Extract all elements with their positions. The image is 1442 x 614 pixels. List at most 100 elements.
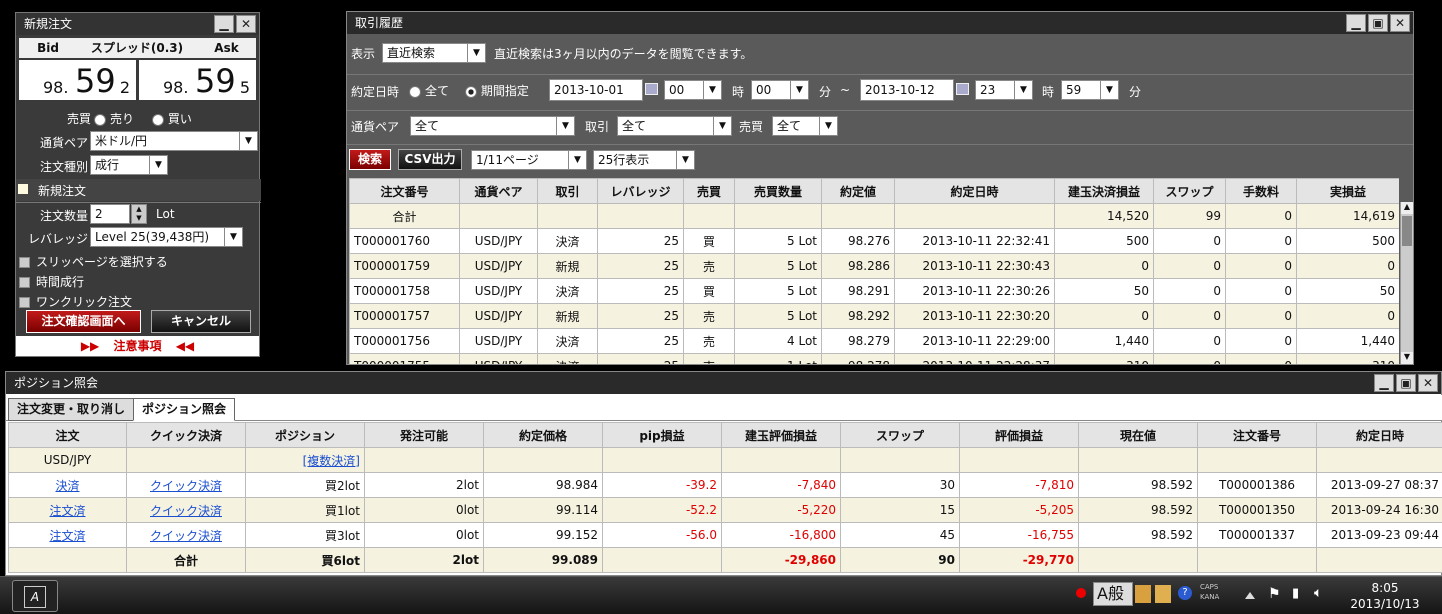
buy-radio[interactable] <box>151 113 164 126</box>
all-dates-radio[interactable] <box>409 85 421 98</box>
history-column-header[interactable]: 手数料 <box>1225 178 1297 204</box>
settle-order-link[interactable]: 決済 <box>55 479 79 493</box>
history-row[interactable]: T000001760 USD/JPY 決済 25 買 5 Lot 98.276 2013-10… <box>349 228 1399 254</box>
tab-order-modify[interactable]: 注文変更・取り消し <box>8 398 135 421</box>
minimize-icon[interactable]: ▁ <box>1374 374 1394 392</box>
time-market-checkbox[interactable] <box>19 277 30 288</box>
positions-column-header[interactable]: 現在値 <box>1078 422 1198 448</box>
slippage-checkbox[interactable] <box>19 257 30 268</box>
history-column-header[interactable]: 実損益 <box>1296 178 1399 204</box>
qty-stepper[interactable]: ▲ ▼ <box>131 204 147 224</box>
ask-price-button[interactable]: 98. 59 5 <box>139 60 256 100</box>
history-column-header[interactable]: 通貨ペア <box>459 178 538 204</box>
cancel-button[interactable]: キャンセル <box>151 310 251 333</box>
qty-input[interactable]: 2 <box>90 204 130 224</box>
positions-column-header[interactable]: 注文番号 <box>1197 422 1317 448</box>
minimize-icon[interactable]: ▁ <box>214 15 234 33</box>
maximize-icon[interactable]: ▣ <box>1396 374 1416 392</box>
close-icon[interactable]: ✕ <box>1390 14 1410 32</box>
positions-column-header[interactable]: 約定価格 <box>483 422 603 448</box>
positions-column-header[interactable]: 建玉評価損益 <box>721 422 841 448</box>
quick-settle-link[interactable]: クイック決済 <box>150 504 222 518</box>
period-radio[interactable] <box>464 85 477 98</box>
slippage-row[interactable]: スリッページを選択する <box>16 250 261 272</box>
flag-icon[interactable]: ⚑ <box>1268 586 1281 602</box>
sell-radio[interactable] <box>94 113 106 126</box>
leverage-select[interactable]: Level 25(39,438円) ▼ <box>90 227 243 247</box>
search-button[interactable]: 検索 <box>349 149 391 170</box>
page-select[interactable]: 1/11ページ ▼ <box>471 150 587 170</box>
pair-filter-select[interactable]: 全て ▼ <box>410 116 575 136</box>
history-row[interactable]: T000001755USD/JPY決済25売1 Lot98.2782013-10… <box>349 353 1399 364</box>
quick-settle-link[interactable]: クイック決済 <box>150 529 222 543</box>
history-column-header[interactable]: 売買数量 <box>734 178 822 204</box>
notice-link[interactable]: ▶▶ 注意事項 ◀◀ <box>16 336 259 356</box>
minimize-icon[interactable]: ▁ <box>1346 14 1366 32</box>
from-date-input[interactable]: 2013-10-01 <box>549 79 643 101</box>
ime-toolbar-icon[interactable] <box>1135 585 1151 603</box>
pair-select[interactable]: 米ドル/円 ▼ <box>90 131 258 151</box>
oneclick-row[interactable]: ワンクリック注文 <box>16 290 261 312</box>
help-icon[interactable]: ? <box>1178 586 1192 600</box>
to-hour-select[interactable]: 23 ▼ <box>975 80 1033 100</box>
ime-indicator[interactable]: A般 <box>1093 582 1133 606</box>
scroll-up-icon[interactable]: ▲ <box>1401 202 1413 214</box>
rows-per-page-select[interactable]: 25行表示 ▼ <box>593 150 695 170</box>
display-select[interactable]: 直近検索 ▼ <box>382 43 486 63</box>
ime-pad-icon[interactable] <box>1155 585 1171 603</box>
csv-export-button[interactable]: CSV出力 <box>398 149 462 170</box>
positions-column-header[interactable]: スワップ <box>840 422 960 448</box>
trade-filter-select[interactable]: 全て ▼ <box>617 116 732 136</box>
bid-price-button[interactable]: 98. 59 2 <box>19 60 136 100</box>
positions-column-header[interactable]: pip損益 <box>602 422 722 448</box>
scroll-thumb[interactable] <box>1402 216 1412 246</box>
side-filter-select[interactable]: 全て ▼ <box>772 116 838 136</box>
position-row[interactable]: 注文済 クイック決済 買1lot 0lot 99.114 -52.2 -5,220 15 -5,… <box>8 497 1442 523</box>
maximize-icon[interactable]: ▣ <box>1368 14 1388 32</box>
calendar-icon[interactable] <box>645 83 658 95</box>
position-row[interactable]: 注文済 クイック決済 買3lot 0lot 99.152 -56.0 -16,800 45 -1… <box>8 522 1442 548</box>
order-type-select[interactable]: 成行 ▼ <box>90 155 168 175</box>
network-icon[interactable]: ▮ <box>1292 586 1299 601</box>
history-column-header[interactable]: レバレッジ <box>597 178 684 204</box>
from-min-select[interactable]: 00 ▼ <box>751 80 809 100</box>
close-icon[interactable]: ✕ <box>236 15 256 33</box>
settle-order-link[interactable]: 注文済 <box>49 504 85 518</box>
history-column-header[interactable]: 注文番号 <box>349 178 460 204</box>
history-column-header[interactable]: 約定値 <box>821 178 895 204</box>
history-scrollbar[interactable]: ▲ ▼ <box>1400 202 1413 364</box>
show-hidden-icons-icon[interactable] <box>1245 592 1255 599</box>
history-total-row[interactable]: 合計 14,520 99 0 14,619 <box>349 203 1399 229</box>
settle-order-link[interactable]: 注文済 <box>49 529 85 543</box>
positions-column-header[interactable]: 評価損益 <box>959 422 1079 448</box>
clock[interactable]: 8:05 2013/10/13 <box>1345 580 1425 612</box>
history-column-header[interactable]: 売買 <box>683 178 735 204</box>
time-market-row[interactable]: 時間成行 <box>16 270 261 292</box>
positions-column-header[interactable]: 発注可能 <box>364 422 484 448</box>
history-row[interactable]: T000001757 USD/JPY 新規 25 売 5 Lot 98.292 2013-10… <box>349 303 1399 329</box>
close-icon[interactable]: ✕ <box>1418 374 1438 392</box>
notification-icon[interactable] <box>1076 588 1086 598</box>
positions-column-header[interactable]: 約定日時 <box>1316 422 1442 448</box>
history-row[interactable]: T000001758 USD/JPY 決済 25 買 5 Lot 98.291 2013-10… <box>349 278 1399 304</box>
history-row[interactable]: T000001759 USD/JPY 新規 25 売 5 Lot 98.286 2013-10… <box>349 253 1399 279</box>
history-column-header[interactable]: 取引 <box>537 178 598 204</box>
positions-column-header[interactable]: 注文 <box>8 422 127 448</box>
history-column-header[interactable]: スワップ <box>1153 178 1226 204</box>
bulk-settle-link[interactable]: [複数決済] <box>303 454 360 468</box>
tab-positions[interactable]: ポジション照会 <box>133 398 236 421</box>
history-column-header[interactable]: 約定日時 <box>894 178 1055 204</box>
volume-icon[interactable]: 🔈︎ <box>1314 585 1322 601</box>
positions-column-header[interactable]: ポジション <box>245 422 365 448</box>
start-button[interactable]: A <box>12 580 58 612</box>
to-date-input[interactable]: 2013-10-12 <box>860 79 954 101</box>
history-column-header[interactable]: 建玉決済損益 <box>1054 178 1154 204</box>
scroll-down-icon[interactable]: ▼ <box>1401 352 1413 364</box>
to-min-select[interactable]: 59 ▼ <box>1061 80 1119 100</box>
oneclick-checkbox[interactable] <box>19 297 30 308</box>
calendar-icon[interactable] <box>956 83 969 95</box>
from-hour-select[interactable]: 00 ▼ <box>664 80 722 100</box>
confirm-order-button[interactable]: 注文確認画面へ <box>26 310 141 333</box>
history-row[interactable]: T000001756 USD/JPY 決済 25 売 4 Lot 98.279 2013-10… <box>349 328 1399 354</box>
quick-settle-link[interactable]: クイック決済 <box>150 479 222 493</box>
